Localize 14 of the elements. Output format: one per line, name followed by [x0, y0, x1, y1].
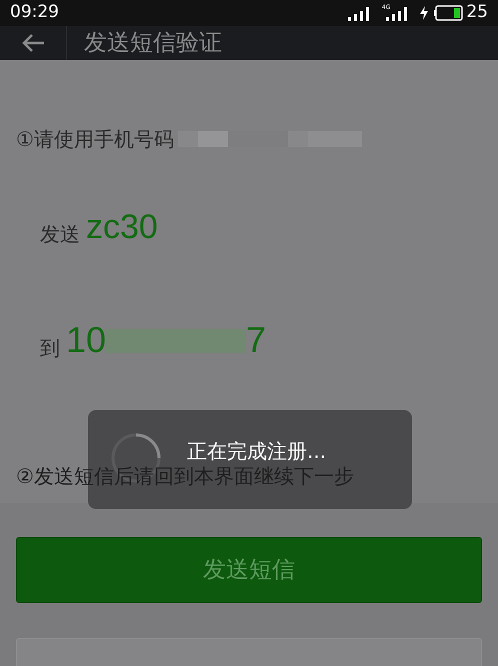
sms-code: zc30: [86, 207, 158, 248]
battery-percent: 25: [466, 1, 488, 24]
send-label: 发送: [40, 221, 80, 248]
charging-icon: [420, 6, 428, 20]
number-end: 7: [246, 318, 266, 362]
instruction-text: ①请使用手机号码: [16, 126, 174, 153]
page-title: 发送短信验证: [84, 28, 222, 58]
clock-time: 09:29: [10, 1, 59, 24]
number-start: 10: [66, 318, 106, 362]
back-arrow-icon: [21, 32, 45, 53]
to-label: 到: [40, 335, 60, 362]
toast-message: 正在完成注册...: [187, 438, 326, 465]
send-sms-button[interactable]: 发送短信: [16, 537, 482, 603]
battery-icon: [434, 4, 464, 21]
